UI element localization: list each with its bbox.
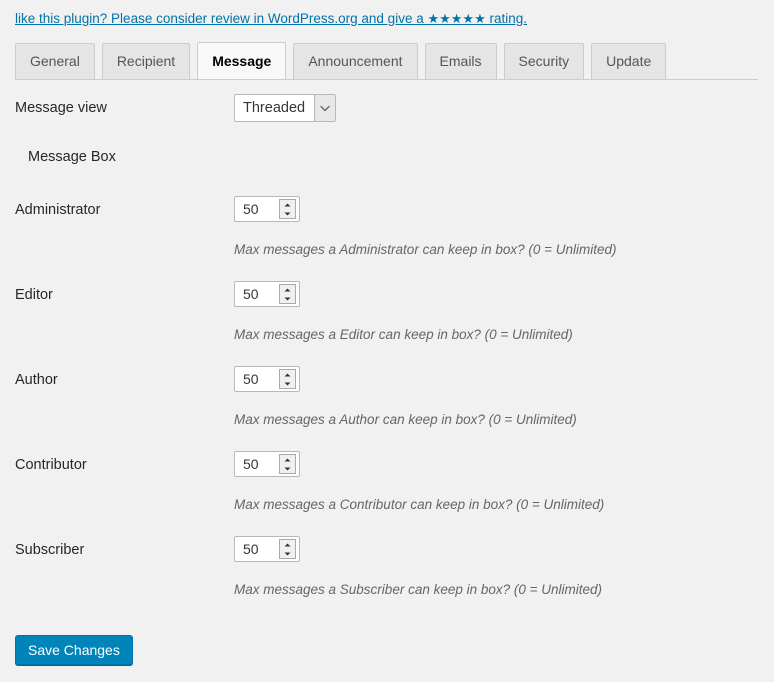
plugin-review-link[interactable]: like this plugin? Please consider review… [15, 11, 527, 26]
editor-value: 50 [243, 286, 259, 302]
administrator-control: 50 [234, 196, 300, 222]
administrator-spinner[interactable] [279, 199, 296, 219]
section-row-message-box: Message Box [0, 146, 774, 199]
editor-help-text: Max messages a Editor can keep in box? (… [234, 327, 573, 342]
editor-spinner[interactable] [279, 284, 296, 304]
spinner-up-icon[interactable] [280, 285, 295, 294]
plugin-review-notice: like this plugin? Please consider review… [0, 0, 774, 27]
administrator-label: Administrator [15, 202, 101, 218]
tab-security[interactable]: Security [503, 43, 585, 79]
field-row-contributor: Contributor 50 Max messages a Contributor … [0, 451, 774, 539]
tab-general[interactable]: General [15, 43, 95, 79]
tab-update[interactable]: Update [591, 43, 667, 79]
author-spinner[interactable] [279, 369, 296, 389]
spinner-up-icon[interactable] [280, 455, 295, 464]
author-control: 50 [234, 366, 300, 392]
review-text-before: like this plugin? Please consider review… [15, 11, 428, 26]
spinner-down-icon[interactable] [280, 209, 295, 218]
message-box-section-title: Message Box [28, 149, 116, 165]
administrator-number-input[interactable]: 50 [234, 196, 300, 222]
administrator-help-text: Max messages a Administrator can keep in… [234, 242, 617, 257]
administrator-value: 50 [243, 201, 259, 217]
spinner-down-icon[interactable] [280, 379, 295, 388]
editor-number-input[interactable]: 50 [234, 281, 300, 307]
editor-label: Editor [15, 287, 53, 303]
subscriber-value: 50 [243, 541, 259, 557]
chevron-down-icon [314, 95, 336, 121]
spinner-up-icon[interactable] [280, 540, 295, 549]
spinner-down-icon[interactable] [280, 294, 295, 303]
author-help-text: Max messages a Author can keep in box? (… [234, 412, 577, 427]
contributor-value: 50 [243, 456, 259, 472]
tab-list: General Recipient Message Announcement Email… [15, 41, 774, 79]
settings-form: Message view Threaded Message Box Admini… [0, 80, 774, 624]
tab-announcement[interactable]: Announcement [293, 43, 418, 79]
field-row-message-view: Message view Threaded [0, 94, 774, 146]
message-view-control: Threaded [234, 94, 337, 122]
field-row-subscriber: Subscriber 50 Max messages a Subscriber ca… [0, 536, 774, 624]
field-row-author: Author 50 Max messages a Author can keep i… [0, 366, 774, 454]
contributor-help-text: Max messages a Contributor can keep in b… [234, 497, 605, 512]
tab-recipient[interactable]: Recipient [101, 43, 191, 79]
field-row-editor: Editor 50 Max messages a Editor can keep i… [0, 281, 774, 369]
tab-message[interactable]: Message [197, 42, 287, 79]
save-changes-button[interactable]: Save Changes [15, 635, 133, 665]
subscriber-spinner[interactable] [279, 539, 296, 559]
tab-emails[interactable]: Emails [424, 43, 497, 79]
field-row-administrator: Administrator 50 Max messages a Administra… [0, 196, 774, 284]
author-label: Author [15, 372, 58, 388]
editor-control: 50 [234, 281, 300, 307]
role-limit-rows: Administrator 50 Max messages a Administra… [0, 196, 774, 624]
spinner-down-icon[interactable] [280, 464, 295, 473]
review-text-after: rating. [485, 11, 528, 26]
message-view-select[interactable]: Threaded [234, 94, 337, 122]
message-view-selected-value: Threaded [243, 100, 306, 116]
author-value: 50 [243, 371, 259, 387]
form-actions: Save Changes [0, 624, 774, 665]
message-view-label: Message view [15, 100, 107, 116]
settings-tabs: General Recipient Message Announcement Email… [15, 41, 774, 79]
spinner-down-icon[interactable] [280, 549, 295, 558]
subscriber-number-input[interactable]: 50 [234, 536, 300, 562]
contributor-label: Contributor [15, 457, 87, 473]
spinner-up-icon[interactable] [280, 370, 295, 379]
subscriber-control: 50 [234, 536, 300, 562]
contributor-number-input[interactable]: 50 [234, 451, 300, 477]
contributor-control: 50 [234, 451, 300, 477]
subscriber-help-text: Max messages a Subscriber can keep in bo… [234, 582, 603, 597]
star-rating-icon: ★★★★★ [427, 11, 486, 26]
author-number-input[interactable]: 50 [234, 366, 300, 392]
spinner-up-icon[interactable] [280, 200, 295, 209]
subscriber-label: Subscriber [15, 542, 85, 558]
contributor-spinner[interactable] [279, 454, 296, 474]
